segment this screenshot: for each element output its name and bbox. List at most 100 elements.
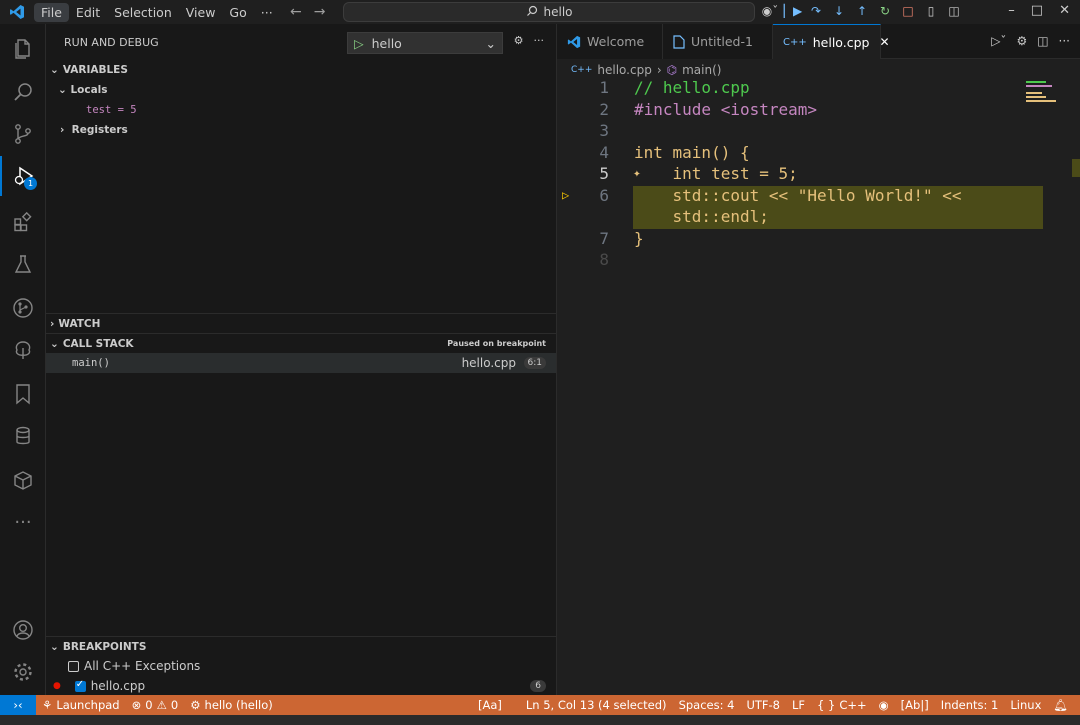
settings-gear-icon[interactable] [0,652,46,692]
tree-icon[interactable] [0,330,46,370]
menu-more[interactable]: ··· [254,3,280,22]
breakpoint-item[interactable]: ● hello.cpp 6 [46,676,556,696]
copilot-icon[interactable]: ◉ˇ [762,3,778,19]
source-control-icon[interactable] [0,114,46,154]
breakpoint-checkbox[interactable] [68,660,79,672]
debug-target-item[interactable]: ⚙ hello (hello) [184,698,279,712]
problems-item[interactable]: ⊗ 0 ⚠ 0 [126,698,185,712]
copilot-status-icon[interactable]: ◉ [873,698,895,712]
step-out-icon[interactable]: ↑ [855,3,869,19]
end-of-line[interactable]: LF [786,698,811,712]
stop-icon[interactable]: □ [901,3,915,19]
menu-go[interactable]: Go [222,3,253,22]
menu-selection[interactable]: Selection [107,3,179,22]
bookmark-icon[interactable] [0,374,46,414]
testing-flask-icon[interactable] [0,244,46,284]
registers-scope[interactable]: › Registers [46,120,556,140]
watch-section-header[interactable]: › WATCH [46,313,556,333]
launch-config-select[interactable]: ▷ hello ⌄ [347,32,503,54]
back-arrow-icon[interactable]: ← [290,4,302,20]
registers-label: Registers [71,124,128,136]
run-and-debug-sidebar: RUN AND DEBUG ▷ hello ⌄ ⚙ ··· ⌄ VARIABLE… [46,24,557,695]
chevron-right-icon: › [50,317,55,330]
remote-indicator[interactable]: ›‹ [0,695,36,715]
chevron-down-icon: ⌄ [485,36,496,51]
locals-scope[interactable]: ⌄ Locals [46,80,556,100]
regex-indicator[interactable]: [Ab|] [895,698,935,712]
restart-icon[interactable]: ↻ [878,3,892,19]
variables-section-header[interactable]: ⌄ VARIABLES [46,60,556,80]
minimize-icon[interactable]: – [1008,3,1015,18]
maximize-icon[interactable]: □ [1031,3,1043,18]
breakpoint-item[interactable]: All C++ Exceptions [46,656,556,676]
start-debugging-icon[interactable]: ▷ [354,36,364,51]
extensions-icon[interactable] [0,202,46,242]
indents-indicator[interactable]: Indents: 1 [935,698,1005,712]
line-text: } [634,228,644,248]
chevron-down-icon: ⌄ [58,84,67,96]
watch-header-label: WATCH [58,317,101,330]
open-launch-json-gear-icon[interactable]: ⚙ [514,34,524,47]
chevron-down-icon: ⌄ [50,640,59,653]
breadcrumb-symbol[interactable]: main() [682,63,721,77]
git-graph-icon[interactable] [0,288,46,328]
step-over-icon[interactable]: ↷ [809,3,823,19]
more-views-icon[interactable]: ··· [0,502,46,542]
close-window-icon[interactable]: ✕ [1059,3,1070,18]
frame-file: hello.cpp [461,356,516,370]
split-editor-icon[interactable]: ◫ [1037,34,1048,48]
navigation-arrows: ← → [290,4,325,20]
layout-sidebar-icon[interactable]: ▯ [924,3,938,19]
chevron-right-icon: › [656,63,662,77]
more-actions-icon[interactable]: ··· [534,34,545,47]
vscode-logo-icon [567,35,581,48]
file-encoding[interactable]: UTF-8 [740,698,786,712]
step-into-icon[interactable]: ↓ [832,3,846,19]
language-mode[interactable]: { } C++ [811,698,873,712]
debug-badge: 1 [24,177,37,190]
minimap[interactable] [1020,79,1080,199]
account-icon[interactable] [0,610,46,650]
menu-view[interactable]: View [179,3,223,22]
launchpad-item[interactable]: ⚘ Launchpad [36,698,126,712]
breakpoint-line-badge: 6 [530,680,546,692]
sidebar-title: RUN AND DEBUG [64,35,159,49]
error-icon: ⊗ [131,698,142,712]
run-and-debug-icon[interactable]: 1 [0,156,46,196]
menu-file[interactable]: File [34,2,69,22]
forward-arrow-icon[interactable]: → [314,4,326,20]
tab-untitled[interactable]: Untitled-1 [663,24,773,59]
tab-hello-cpp[interactable]: C++ hello.cpp ✕ [773,24,890,59]
match-case-indicator[interactable]: [Aa] [472,698,508,712]
code-line: 7 } [557,228,1080,250]
breadcrumb-file[interactable]: hello.cpp [597,63,651,77]
os-indicator[interactable]: Linux [1004,698,1047,712]
gear-icon[interactable]: ⚙ [1016,34,1027,48]
indentation-setting[interactable]: Spaces: 4 [673,698,741,712]
close-tab-icon[interactable]: ✕ [879,35,889,49]
database-icon[interactable] [0,416,46,456]
call-stack-frame[interactable]: main() hello.cpp 6:1 [46,353,556,373]
notifications-bell-icon[interactable]: 🔔︎ [1047,698,1074,712]
layout-split-icon[interactable]: ◫ [947,3,961,19]
package-icon[interactable] [0,460,46,500]
call-stack-section-header[interactable]: ⌄ CALL STACK Paused on breakpoint [46,333,556,353]
search-icon [526,5,538,20]
frame-name: main() [72,357,110,369]
continue-icon[interactable]: ▏▶ [784,3,802,19]
run-debug-dropdown-icon[interactable]: ▷ˇ [991,34,1006,48]
more-actions-icon[interactable]: ··· [1059,34,1070,48]
breakpoints-section-header[interactable]: ⌄ BREAKPOINTS [46,636,556,656]
tab-welcome[interactable]: Welcome [557,24,663,59]
title-bar: File Edit Selection View Go ··· ← → hell… [0,0,1080,24]
command-center-search[interactable]: hello [343,2,755,22]
line-number: 8 [599,250,609,269]
breakpoint-checkbox[interactable] [74,679,86,692]
explorer-icon[interactable] [0,28,46,68]
cursor-position[interactable]: Ln 5, Col 13 (4 selected) [520,698,673,712]
menu-edit[interactable]: Edit [69,3,107,22]
locals-label: Locals [70,84,108,96]
variable-test[interactable]: test = 5 [46,100,556,120]
search-view-icon[interactable] [0,72,46,112]
cpp-file-icon: C++ [783,36,807,48]
